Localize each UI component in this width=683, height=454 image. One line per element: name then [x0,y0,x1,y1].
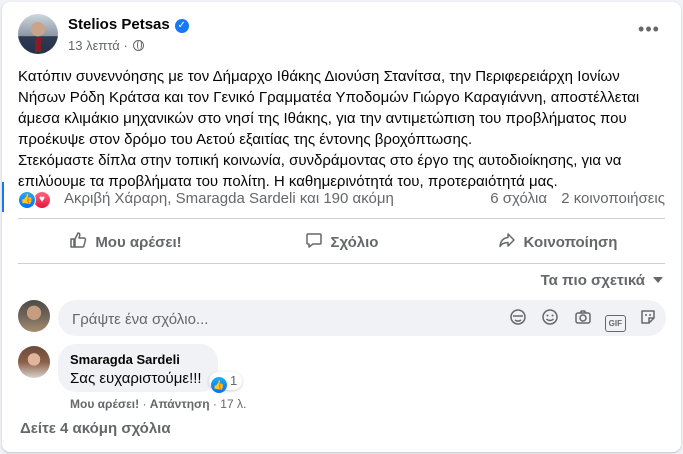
emoji-icon[interactable] [540,308,560,328]
gif-icon[interactable]: GIF [604,315,626,332]
composer-icons: GIF [500,308,658,332]
comment-composer: GIF [58,300,666,338]
view-more-comments-link[interactable]: Δείτε 4 ακόμη σχόλια [20,420,171,437]
thumbs-up-icon [69,231,87,253]
like-reaction-icon: 👍 [211,377,227,393]
engagement-counts: 6 σχόλια 2 κοινοποιήσεις [480,190,665,207]
verified-badge-icon: ✓ [174,19,189,33]
comments-count[interactable]: 6 σχόλια [490,190,547,207]
like-reaction-icon: 👍 [18,191,36,209]
caret-down-icon [653,277,663,283]
like-button-label: Μου αρέσει! [95,233,182,251]
sticker-icon[interactable] [638,308,658,328]
avatar-sticker-icon[interactable] [508,308,528,328]
comment-button-label: Σχόλιο [330,233,379,251]
post-meta: 13 λεπτά · [68,38,145,53]
share-button-label: Κοινοποίηση [523,233,618,251]
comment-input[interactable] [70,300,494,338]
share-button[interactable]: Κοινοποίηση [450,224,665,260]
focus-accent [2,182,4,212]
commenter-avatar[interactable] [18,346,50,378]
sort-label: Τα πιο σχετικά [540,272,645,289]
more-options-icon[interactable]: ••• [631,20,667,44]
comment-reaction-number: 1 [230,373,238,388]
author-name[interactable]: Stelios Petsas [68,16,170,33]
comment-sort-dropdown[interactable]: Τα πιο σχετικά [541,272,663,289]
divider-bottom [18,263,665,264]
divider-top [18,218,665,219]
comment-like-link[interactable]: Μου αρέσει! [70,397,139,411]
post-text: Κατόπιν συνεννόησης με τον Δήμαρχο Ιθάκη… [18,66,666,192]
current-user-avatar[interactable] [18,300,50,332]
shares-count[interactable]: 2 κοινοποιήσεις [561,190,665,207]
like-button[interactable]: Μου αρέσει! [18,224,233,260]
post-time[interactable]: 13 λεπτά [68,38,120,53]
comment-actions: Μου αρέσει! · Απάντηση · 17 λ. [70,397,246,411]
comment-meta-dot: · [142,397,147,411]
globe-icon [133,40,145,51]
reaction-names[interactable]: Ακριβή Χάραρη, Smaragda Sardeli και 190 … [64,190,394,207]
comment-button[interactable]: Σχόλιο [234,224,449,260]
post-paragraph-2: Στεκόμαστε δίπλα στην τοπική κοινωνία, σ… [18,152,622,190]
camera-icon[interactable] [573,308,593,328]
share-icon [498,231,516,253]
comment-bubble: Smaragda Sardeli Σας ευχαριστούμε!!! [58,344,218,392]
comment-reply-link[interactable]: Απάντηση [150,397,210,411]
comment-meta-dot: · [212,397,217,411]
action-bar: Μου αρέσει! Σχόλιο Κοινοποίηση [18,224,665,260]
comment-time[interactable]: 17 λ. [220,397,246,411]
comment-reaction-count[interactable]: 👍 1 [209,372,243,393]
author-name-wrap: Stelios Petsas ✓ [68,16,189,33]
reaction-icons[interactable]: 👍 ♥ [18,191,56,209]
comment-author[interactable]: Smaragda Sardeli [70,352,180,367]
author-avatar[interactable] [18,14,58,54]
post-paragraph-1: Κατόπιν συνεννόησης με τον Δήμαρχο Ιθάκη… [18,68,640,148]
comment-icon [305,231,323,253]
post-header: Stelios Petsas ✓ 13 λεπτά · ••• [18,14,665,58]
comment-text: Σας ευχαριστούμε!!! [70,370,202,387]
reactions-summary: 👍 ♥ Ακριβή Χάραρη, Smaragda Sardeli και … [18,190,665,212]
post-card: Stelios Petsas ✓ 13 λεπτά · ••• Κατόπιν σ… [2,2,681,452]
meta-separator: · [123,38,128,53]
